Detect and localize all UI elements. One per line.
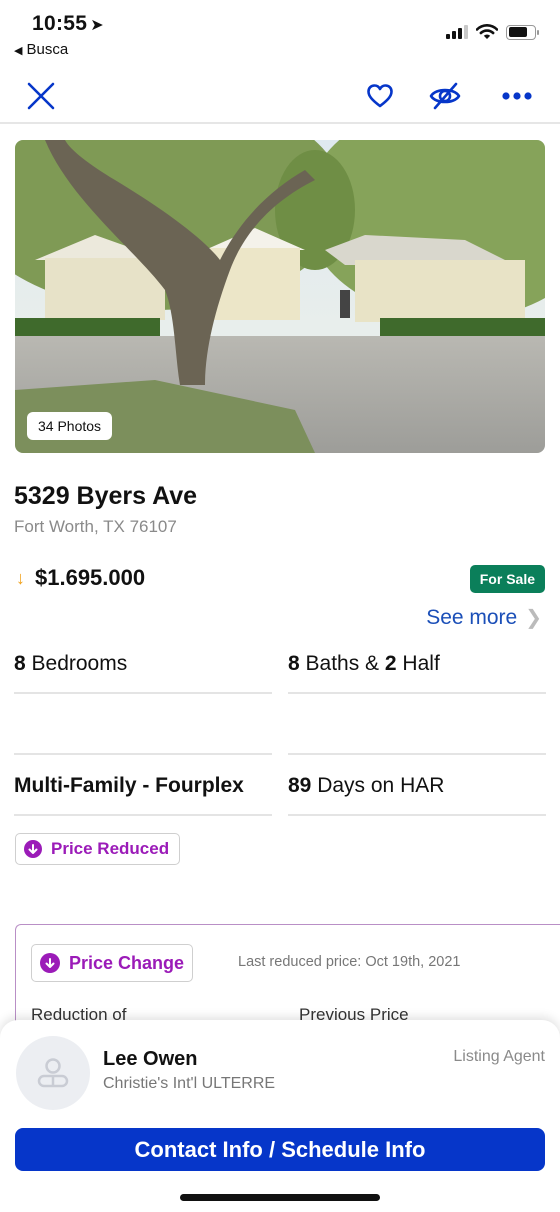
half-baths-count: 2 (384, 652, 397, 675)
price-row: ↓ $1.695.000 (14, 565, 145, 591)
house-photo-illustration (15, 140, 545, 453)
chevron-right-icon: ❯ (525, 607, 542, 629)
location-arrow-icon: ➤ (90, 17, 104, 34)
fact-empty-right (288, 694, 546, 755)
days-count: 89 (288, 774, 312, 797)
see-more-link[interactable]: See more ❯ (426, 605, 542, 630)
home-indicator (180, 1194, 380, 1201)
listing-photo[interactable]: 34 Photos (15, 140, 545, 453)
battery-icon (506, 24, 539, 40)
cellular-signal-icon (446, 25, 468, 39)
baths-count: 8 (288, 652, 300, 675)
ellipsis-icon (502, 92, 532, 100)
eye-slash-icon (429, 82, 461, 110)
back-app-label: Busca (26, 41, 69, 58)
contact-schedule-button[interactable]: Contact Info / Schedule Info (15, 1128, 545, 1171)
agent-office: Christie's Int'l ULTERRE (103, 1075, 276, 1092)
status-badge: For Sale (469, 565, 545, 593)
half-baths-label: Half (396, 652, 440, 675)
more-options-button[interactable] (497, 76, 537, 116)
last-reduced-date: Last reduced price: Oct 19th, 2021 (238, 954, 461, 970)
close-button[interactable] (21, 76, 61, 116)
status-icons (446, 24, 539, 40)
back-triangle-icon: ◀ (14, 45, 23, 57)
listing-city-line: Fort Worth, TX 76107 (14, 517, 177, 536)
price-down-arrow-icon: ↓ (16, 567, 25, 588)
favorite-button[interactable] (360, 76, 400, 116)
down-circle-icon (40, 953, 60, 973)
price-reduced-label: Price Reduced (51, 839, 170, 858)
price-change-chip[interactable]: Price Change (31, 944, 194, 982)
fact-days-on-market: 89 Days on HAR (288, 774, 546, 816)
price-change-label: Price Change (69, 952, 185, 973)
agent-role: Listing Agent (453, 1048, 545, 1065)
agent-name[interactable]: Lee Owen (103, 1048, 197, 1071)
bedrooms-label: Bedrooms (25, 652, 128, 675)
baths-label: Baths & (299, 652, 385, 675)
price-reduced-badge[interactable]: Price Reduced (15, 833, 181, 865)
listing-toolbar (0, 68, 560, 124)
down-circle-icon (24, 840, 42, 858)
status-bar: 10:55 ➤ ◀ Busca (0, 0, 560, 64)
fact-property-type: Multi-Family - Fourplex (14, 774, 272, 816)
clock-time: 10:55 (32, 12, 88, 35)
days-label: Days on HAR (311, 774, 445, 797)
property-type: Multi-Family - Fourplex (14, 774, 244, 797)
fact-empty-left (14, 694, 272, 755)
agent-avatar[interactable] (16, 1036, 90, 1110)
hide-listing-button[interactable] (425, 76, 465, 116)
person-placeholder-icon (37, 1058, 69, 1088)
listing-price: $1.695.000 (35, 565, 146, 590)
fact-bedrooms: 8 Bedrooms (14, 652, 272, 694)
fact-baths: 8 Baths & 2 Half (288, 652, 546, 694)
photo-count-badge[interactable]: 34 Photos (27, 412, 113, 440)
close-x-icon (27, 82, 55, 110)
bedrooms-count: 8 (14, 652, 26, 675)
clock: 10:55 ➤ (32, 12, 104, 36)
heart-icon (367, 84, 393, 108)
see-more-label: See more (426, 605, 518, 629)
wifi-icon (476, 24, 498, 39)
listing-address: 5329 Byers Ave (14, 482, 198, 510)
back-to-app-link[interactable]: ◀ Busca (14, 41, 68, 58)
agent-bottom-sheet: Lee Owen Christie's Int'l ULTERRE Listin… (0, 1020, 560, 1212)
